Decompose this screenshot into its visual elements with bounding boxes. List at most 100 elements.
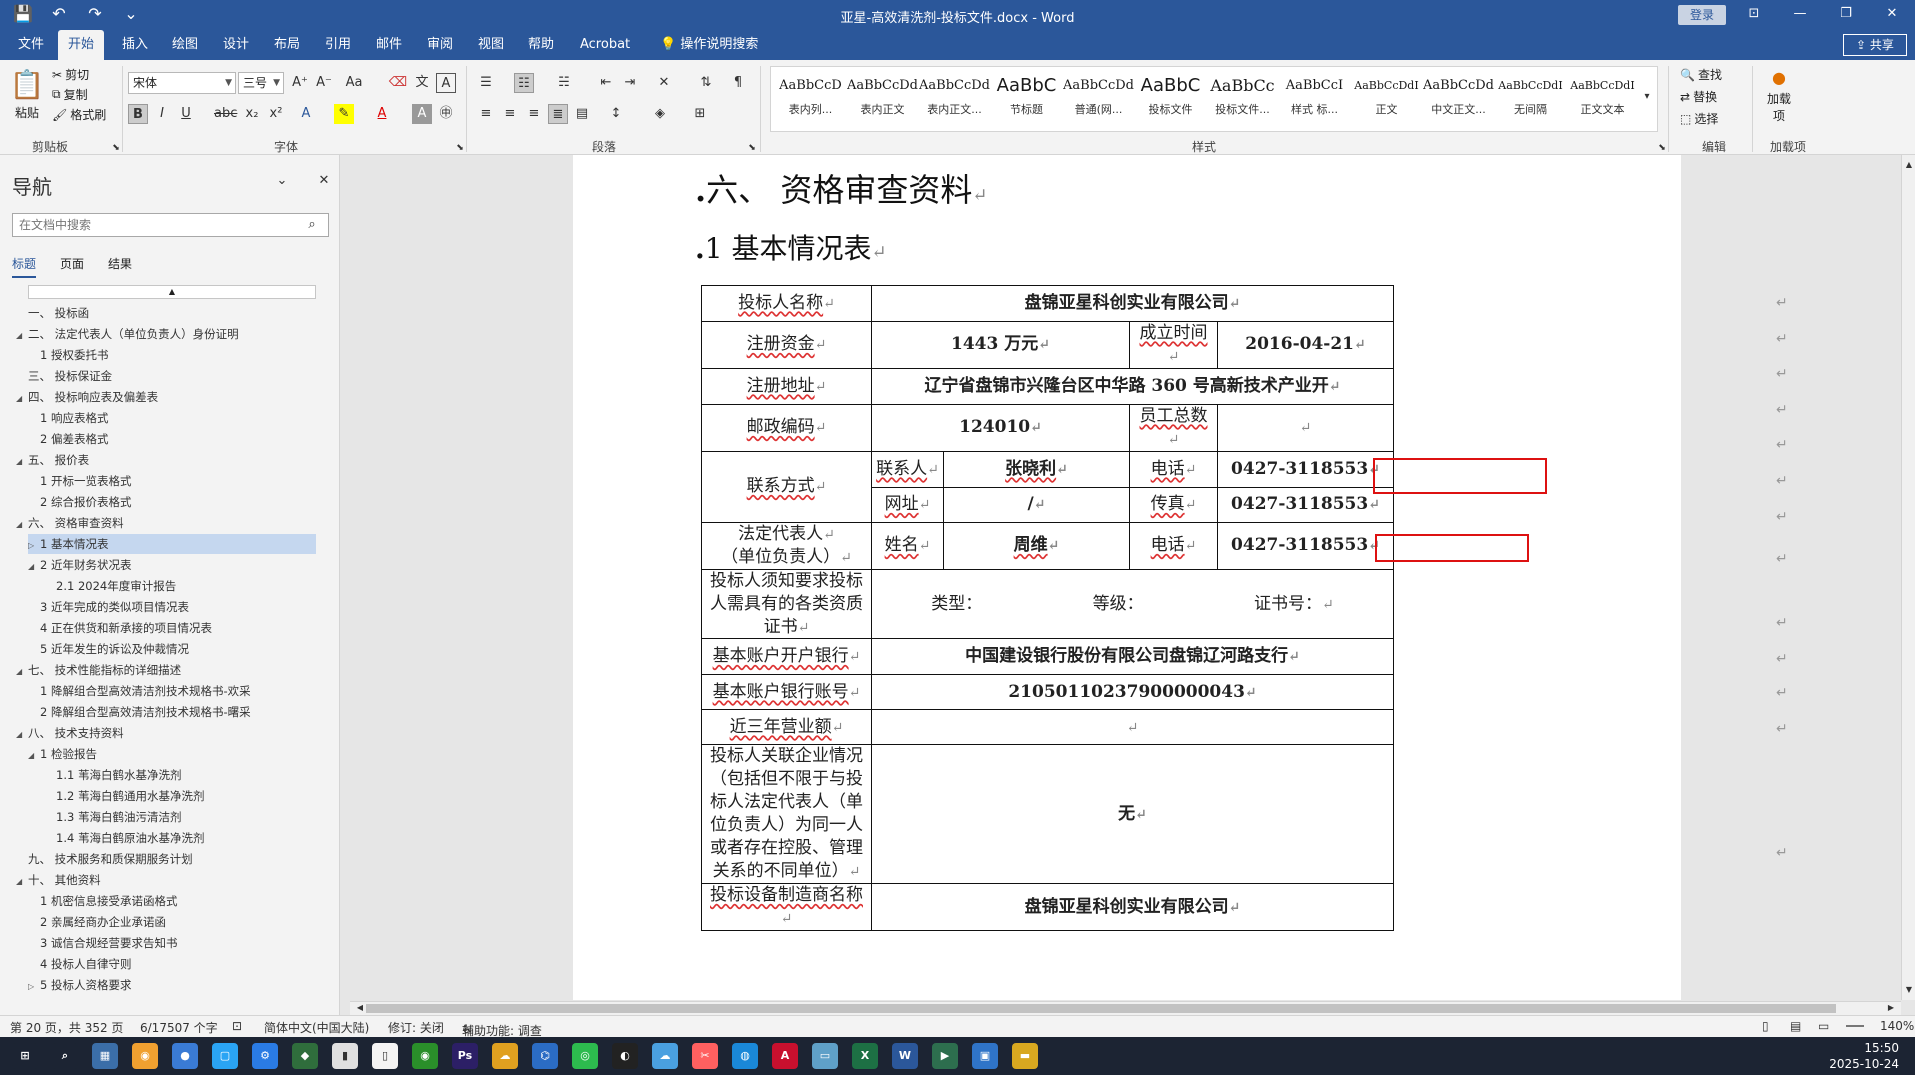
table-cell[interactable]: 124010↵ bbox=[871, 403, 1130, 452]
edge-icon[interactable]: ◍ bbox=[732, 1043, 758, 1069]
calculator-icon[interactable]: ▦ bbox=[92, 1043, 118, 1069]
tab-home[interactable]: 开始 bbox=[58, 30, 105, 60]
style-item[interactable]: AaBbCcDdI 无间隔 bbox=[1495, 71, 1566, 129]
table-cell[interactable]: 辽宁省盘锦市兴隆台区中华路 360 号高新技术产业开↵ bbox=[871, 367, 1394, 405]
nav-heading-item[interactable]: 4 正在供货和新承接的项目情况表 bbox=[28, 618, 212, 638]
people-icon[interactable]: ● bbox=[172, 1043, 198, 1069]
nav-heading-item[interactable]: 1.1 苇海白鹤水基净洗剂 bbox=[44, 765, 181, 785]
bold-icon[interactable]: B bbox=[128, 104, 148, 124]
table-cell[interactable]: 注册地址↵ bbox=[701, 367, 872, 405]
snip-icon[interactable]: ✂ bbox=[692, 1043, 718, 1069]
nav-options-chevron-icon[interactable]: ⌄ bbox=[272, 171, 292, 191]
nav-heading-item[interactable]: 1.4 苇海白鹤原油水基净洗剂 bbox=[44, 828, 204, 848]
bullets-icon[interactable]: ☰ bbox=[476, 73, 496, 93]
nav-close-icon[interactable]: ✕ bbox=[314, 171, 334, 191]
strikethrough-icon[interactable]: abc bbox=[214, 104, 237, 124]
table-cell[interactable]: 网址↵ bbox=[871, 486, 944, 523]
table-cell[interactable]: 盘锦亚星科创实业有限公司↵ bbox=[871, 285, 1394, 322]
table-cell[interactable]: 投标人名称↵ bbox=[701, 285, 872, 322]
tab-layout[interactable]: 布局 bbox=[264, 30, 310, 60]
chinese-layout-icon[interactable]: ✕ bbox=[654, 73, 674, 93]
restore-icon[interactable]: ❐ bbox=[1823, 0, 1869, 30]
style-item[interactable]: AaBbCcDd 普通(网... bbox=[1063, 71, 1134, 129]
nav-heading-item[interactable]: ◢ 二、 法定代表人（单位负责人）身份证明 bbox=[16, 324, 239, 344]
notepad-icon[interactable]: ▯ bbox=[372, 1043, 398, 1069]
table-cell[interactable]: 联系方式↵ bbox=[701, 450, 872, 523]
table-cell[interactable]: 注册资金↵ bbox=[701, 321, 872, 369]
table-cell[interactable]: 基本账户开户银行↵ bbox=[701, 638, 872, 676]
collapse-icon[interactable]: ◢ bbox=[16, 872, 28, 892]
align-right-icon[interactable]: ≡ bbox=[524, 104, 544, 124]
nav-tab-headings[interactable]: 标题 bbox=[12, 255, 37, 278]
table-cell[interactable]: 0427-3118553↵ bbox=[1217, 486, 1394, 523]
nav-heading-item[interactable]: ◢ 八、 技术支持资料 bbox=[16, 723, 124, 743]
table-cell[interactable]: 法定代表人↵ （单位负责人）↵ bbox=[701, 521, 872, 570]
zoom-slider[interactable] bbox=[1846, 1025, 1864, 1027]
collapse-icon[interactable]: ◢ bbox=[16, 326, 28, 346]
folder-icon[interactable]: ▬ bbox=[1012, 1043, 1038, 1069]
nav-heading-item[interactable]: 九、 技术服务和质保期服务计划 bbox=[16, 849, 193, 869]
expand-icon[interactable]: ▷ bbox=[28, 536, 40, 556]
search-icon[interactable]: ⌕ bbox=[302, 215, 322, 235]
line-spacing-icon[interactable]: ↕ bbox=[606, 104, 626, 124]
addins-button[interactable]: ● 加载项 bbox=[1762, 68, 1796, 124]
find-button[interactable]: 🔍 查找 bbox=[1680, 66, 1722, 83]
read-mode-icon[interactable]: ▯ bbox=[1762, 1019, 1769, 1033]
cloud-icon[interactable]: ☁ bbox=[652, 1043, 678, 1069]
table-cell[interactable]: 姓名↵ bbox=[871, 521, 944, 570]
cut-button[interactable]: ✂ 剪切 bbox=[52, 66, 89, 83]
table-cell[interactable]: 张晓利↵ bbox=[943, 450, 1130, 488]
nav-heading-item[interactable]: ◢ 四、 投标响应表及偏差表 bbox=[16, 387, 158, 407]
vscode-icon[interactable]: ⌬ bbox=[532, 1043, 558, 1069]
start-icon[interactable]: ⊞ bbox=[12, 1043, 38, 1069]
table-cell[interactable]: 2016-04-21↵ bbox=[1217, 321, 1394, 369]
highlight-icon[interactable]: ✎ bbox=[334, 104, 354, 124]
style-item[interactable]: AaBbCcDdI 正文文本 bbox=[1567, 71, 1638, 129]
tab-mailings[interactable]: 邮件 bbox=[366, 30, 412, 60]
collapse-icon[interactable]: ◢ bbox=[16, 515, 28, 535]
scroll-thumb[interactable] bbox=[366, 1004, 1836, 1013]
nav-heading-item[interactable]: 1 开标一览表格式 bbox=[28, 471, 131, 491]
proofing-icon[interactable]: ⊡ bbox=[232, 1019, 242, 1033]
align-center-icon[interactable]: ≡ bbox=[500, 104, 520, 124]
increase-indent-icon[interactable]: ⇥ bbox=[620, 73, 640, 93]
collapse-all-bar[interactable]: ▲ bbox=[28, 285, 316, 299]
change-case-icon[interactable]: Aa bbox=[344, 73, 364, 93]
close-icon[interactable]: ✕ bbox=[1869, 0, 1915, 30]
photoshop-icon[interactable]: Ps bbox=[452, 1043, 478, 1069]
table-cell[interactable]: ↵ bbox=[871, 709, 1394, 746]
xbox-icon[interactable]: ◉ bbox=[412, 1043, 438, 1069]
print-layout-icon[interactable]: ▤ bbox=[1790, 1019, 1801, 1033]
scroll-up-icon[interactable]: ▲ bbox=[1899, 155, 1915, 175]
weather-icon[interactable]: ☁ bbox=[492, 1043, 518, 1069]
table-cell[interactable]: 投标人须知要求投标人需具有的各类资质证书↵ bbox=[701, 568, 872, 640]
word-icon[interactable]: W bbox=[892, 1043, 918, 1069]
clear-format-icon[interactable]: ⌫ bbox=[388, 73, 408, 93]
style-item[interactable]: AaBbCcDd 中文正文... bbox=[1423, 71, 1494, 129]
nav-heading-item[interactable]: 2.1 2024年度审计报告 bbox=[44, 576, 176, 596]
char-border-icon[interactable]: A bbox=[436, 73, 456, 93]
text-effects-icon[interactable]: A bbox=[296, 104, 316, 124]
tab-design[interactable]: 设计 bbox=[213, 30, 259, 60]
tab-insert[interactable]: 插入 bbox=[112, 30, 158, 60]
ribbon-display-icon[interactable]: ⊡ bbox=[1731, 0, 1777, 30]
nav-heading-item[interactable]: ◢ 1 检验报告 bbox=[28, 744, 97, 764]
tab-review[interactable]: 审阅 bbox=[417, 30, 463, 60]
shrink-font-icon[interactable]: A⁻ bbox=[314, 73, 334, 93]
style-item[interactable]: AaBbC 投标文件 bbox=[1135, 71, 1206, 129]
acrobat-icon[interactable]: A bbox=[772, 1043, 798, 1069]
align-left-icon[interactable]: ≡ bbox=[476, 104, 496, 124]
table-cell[interactable]: 0427-3118553↵ bbox=[1217, 521, 1394, 570]
wechat-icon[interactable]: ◎ bbox=[572, 1043, 598, 1069]
justify-icon[interactable]: ≣ bbox=[548, 104, 568, 124]
collapse-icon[interactable]: ◢ bbox=[16, 452, 28, 472]
tell-me-search[interactable]: 💡 操作说明搜索 bbox=[650, 30, 768, 60]
horizontal-scrollbar[interactable]: ◀ ▶ bbox=[350, 1001, 1901, 1015]
collapse-icon[interactable]: ◢ bbox=[16, 662, 28, 682]
tab-view[interactable]: 视图 bbox=[468, 30, 514, 60]
format-painter-button[interactable]: 🖌 格式刷 bbox=[52, 106, 106, 123]
style-item[interactable]: AaBbCcDd 表内正文 bbox=[847, 71, 918, 129]
settings-icon[interactable]: ⚙ bbox=[252, 1043, 278, 1069]
clipboard-icon[interactable]: ▭ bbox=[812, 1043, 838, 1069]
language[interactable]: 简体中文(中国大陆) bbox=[264, 1019, 369, 1036]
